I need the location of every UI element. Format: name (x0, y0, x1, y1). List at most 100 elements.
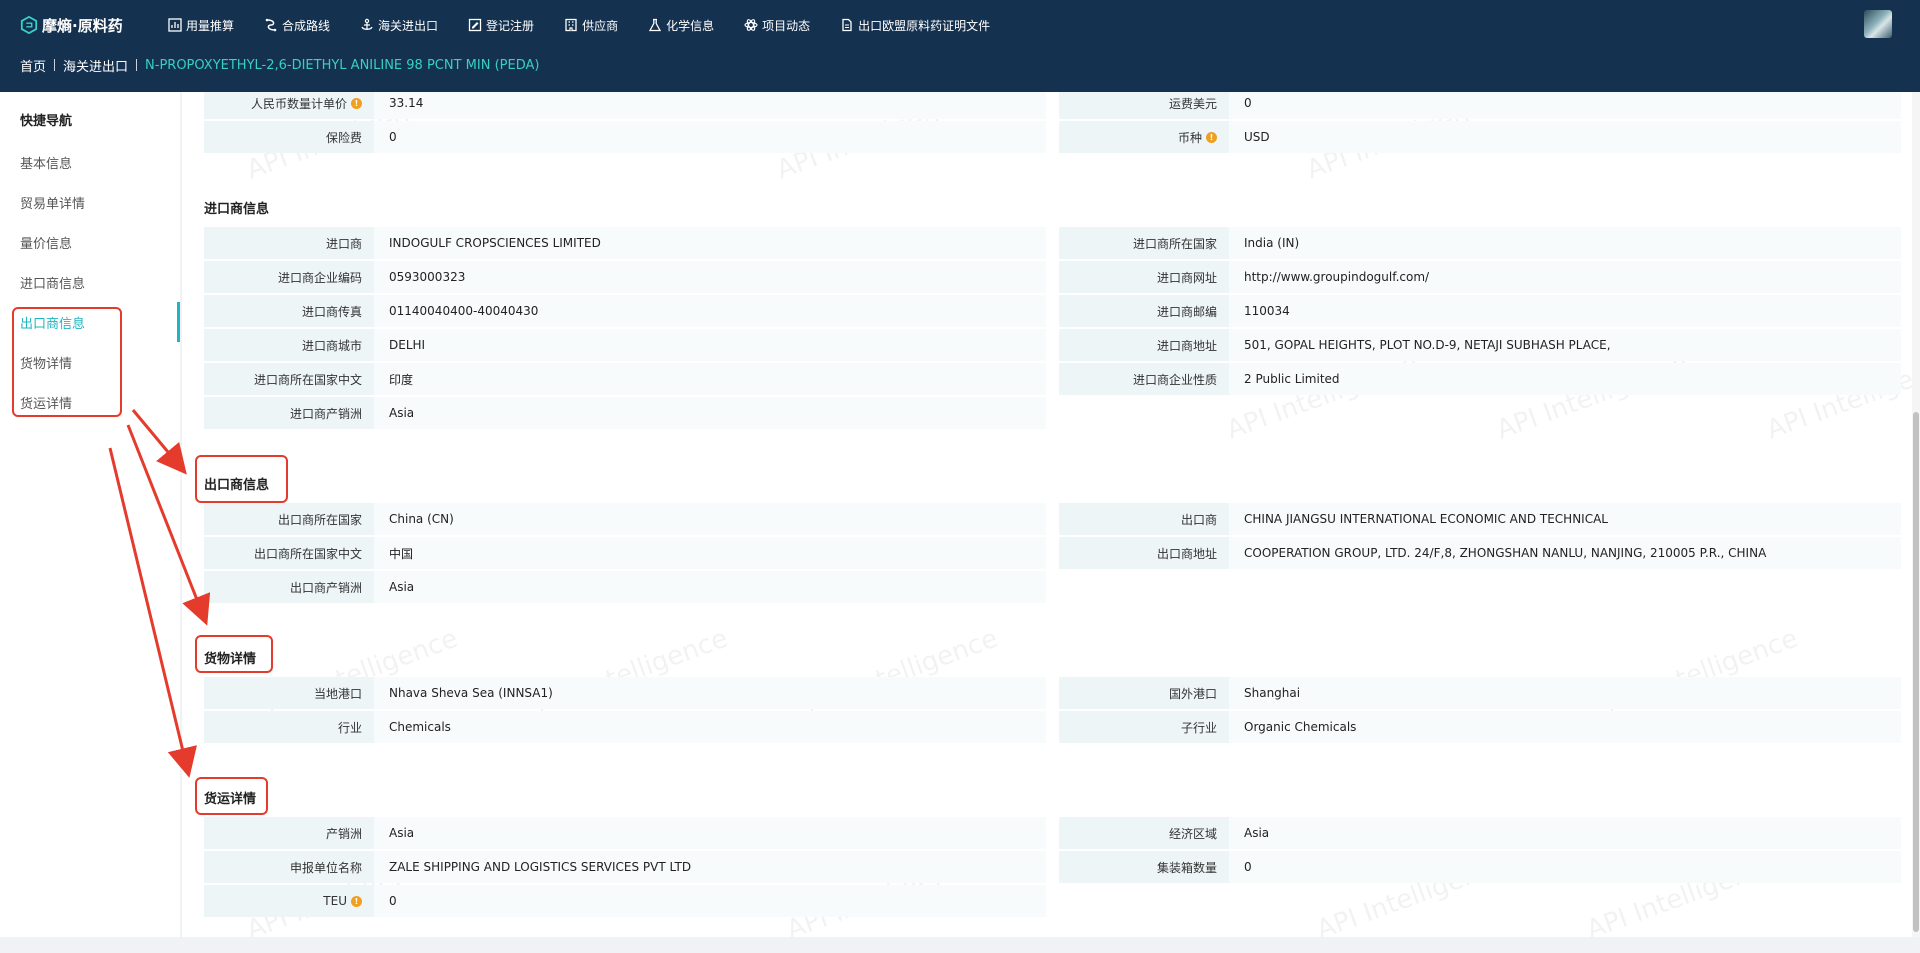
sidebar-item-price-info[interactable]: 量价信息 (0, 222, 180, 262)
field-label: 进口商城市 (204, 329, 374, 361)
field-exporter-address: 出口商地址 COOPERATION GROUP, LTD. 24/F,8, ZHO… (1059, 537, 1901, 569)
field-importer-type: 进口商企业性质 2 Public Limited (1059, 363, 1901, 395)
field-value: 2 Public Limited (1229, 363, 1901, 395)
field-value: DELHI (374, 329, 1046, 361)
field-exporter-continent: 出口商产销洲 Asia (204, 571, 1046, 603)
nav-chemical-info[interactable]: 化学信息 (648, 17, 714, 34)
annotation-box-exporter (195, 455, 288, 503)
field-label: 行业 (204, 711, 374, 743)
breadcrumb-separator (136, 59, 138, 71)
nav-synthesis-route[interactable]: 合成路线 (264, 17, 330, 34)
breadcrumb-home[interactable]: 首页 (20, 56, 46, 75)
field-value: INDOGULF CROPSCIENCES LIMITED (374, 227, 1046, 259)
nav-usage-estimate[interactable]: 用量推算 (168, 17, 234, 34)
field-value: Shanghai (1229, 677, 1901, 709)
section-title-importer: 进口商信息 (204, 202, 270, 217)
field-label: 出口商 (1059, 503, 1229, 535)
main-nav: 用量推算 合成路线 海关进出口 登记注册 供应商 化学信息 项目动态 出口欧盟原… (168, 14, 1020, 36)
field-value: 33.14 (374, 92, 1046, 119)
top-header: 摩熵·原料药 用量推算 合成路线 海关进出口 登记注册 供应商 化学信息 项目动… (0, 0, 1920, 92)
field-importer-country-cn: 进口商所在国家中文 印度 (204, 363, 1046, 395)
field-value: Asia (374, 817, 1046, 849)
field-value: Asia (374, 397, 1046, 429)
chart-icon (168, 18, 182, 32)
field-importer-postcode: 进口商邮编 110034 (1059, 295, 1901, 327)
sidebar-item-trade-details[interactable]: 贸易单详情 (0, 182, 180, 222)
breadcrumb-section[interactable]: 海关进出口 (63, 56, 128, 75)
field-value: Nhava Sheva Sea (INNSA1) (374, 677, 1046, 709)
brand-logo[interactable]: 摩熵·原料药 (20, 14, 123, 36)
field-label: 进口商邮编 (1059, 295, 1229, 327)
field-label: 进口商企业性质 (1059, 363, 1229, 395)
field-container-count: 集装箱数量 0 (1059, 851, 1901, 883)
field-value: ZALE SHIPPING AND LOGISTICS SERVICES PVT… (374, 851, 1046, 883)
field-label: 进口商网址 (1059, 261, 1229, 293)
annotation-box-shipping (195, 777, 268, 815)
hexagon-logo-icon (20, 16, 38, 34)
field-value: India (IN) (1229, 227, 1901, 259)
field-foreign-port: 国外港口 Shanghai (1059, 677, 1901, 709)
nav-supplier[interactable]: 供应商 (564, 17, 618, 34)
field-teu: TEU! 0 (204, 885, 1046, 917)
nav-registration[interactable]: 登记注册 (468, 17, 534, 34)
field-label: 出口商所在国家 (204, 503, 374, 535)
info-icon[interactable]: ! (1206, 131, 1217, 143)
breadcrumb-current: N-PROPOXYETHYL-2,6-DIETHYL ANILINE 98 PC… (145, 57, 540, 73)
field-value: Asia (1229, 817, 1901, 849)
brand-name: 摩熵·原料药 (42, 16, 123, 35)
field-label: 保险费 (204, 121, 374, 153)
field-value: COOPERATION GROUP, LTD. 24/F,8, ZHONGSHA… (1229, 537, 1901, 569)
field-value: 0 (374, 121, 1046, 153)
field-importer: 进口商 INDOGULF CROPSCIENCES LIMITED (204, 227, 1046, 259)
field-economic-region: 经济区域 Asia (1059, 817, 1901, 849)
field-value[interactable]: http://www.groupindogulf.com/ (1229, 261, 1901, 293)
field-label: 币种 (1177, 130, 1202, 145)
scrollbar-thumb[interactable] (1913, 412, 1919, 932)
field-sub-industry: 子行业 Organic Chemicals (1059, 711, 1901, 743)
field-value: 0 (1229, 851, 1901, 883)
field-value: CHINA JIANGSU INTERNATIONAL ECONOMIC AND… (1229, 503, 1901, 535)
field-declarant: 申报单位名称 ZALE SHIPPING AND LOGISTICS SERVIC… (204, 851, 1046, 883)
nav-eu-export-docs[interactable]: 出口欧盟原料药证明文件 (840, 17, 990, 34)
field-local-port: 当地港口 Nhava Sheva Sea (INNSA1) (204, 677, 1046, 709)
field-currency: 币种! USD (1059, 121, 1901, 153)
field-exporter-country: 出口商所在国家 China (CN) (204, 503, 1046, 535)
field-freight-usd: 运费美元 0 (1059, 92, 1901, 119)
info-icon[interactable]: ! (351, 895, 362, 907)
annotation-box-sidebar (12, 307, 122, 417)
field-importer-address: 进口商地址 501, GOPAL HEIGHTS, PLOT NO.D-9, NE… (1059, 329, 1901, 361)
flask-icon (648, 18, 662, 32)
field-value: 110034 (1229, 295, 1901, 327)
user-avatar[interactable] (1864, 10, 1892, 38)
sidebar-item-importer[interactable]: 进口商信息 (0, 262, 180, 302)
field-label: 当地港口 (204, 677, 374, 709)
field-ship-continent: 产销洲 Asia (204, 817, 1046, 849)
field-label: 进口商地址 (1059, 329, 1229, 361)
field-value: Chemicals (374, 711, 1046, 743)
field-importer-city: 进口商城市 DELHI (204, 329, 1046, 361)
field-value: Organic Chemicals (1229, 711, 1901, 743)
field-value: 01140040400-40040430 (374, 295, 1046, 327)
field-exporter-country-cn: 出口商所在国家中文 中国 (204, 537, 1046, 569)
field-importer-code: 进口商企业编码 0593000323 (204, 261, 1046, 293)
document-icon (842, 18, 852, 32)
nav-project-news[interactable]: 项目动态 (744, 17, 810, 34)
field-importer-country: 进口商所在国家 India (IN) (1059, 227, 1901, 259)
atom-icon (744, 19, 758, 31)
field-value: 0593000323 (374, 261, 1046, 293)
sidebar-title: 快捷导航 (20, 114, 73, 129)
field-label: 申报单位名称 (204, 851, 374, 883)
field-label: 国外港口 (1059, 677, 1229, 709)
nav-customs[interactable]: 海关进出口 (360, 17, 438, 34)
field-label: 出口商产销洲 (204, 571, 374, 603)
field-exporter: 出口商 CHINA JIANGSU INTERNATIONAL ECONOMIC … (1059, 503, 1901, 535)
field-label: 经济区域 (1059, 817, 1229, 849)
field-label: 运费美元 (1059, 92, 1229, 119)
field-value: 0 (374, 885, 1046, 917)
route-icon (265, 18, 277, 32)
vertical-scrollbar[interactable] (1912, 92, 1920, 937)
info-icon[interactable]: ! (351, 97, 362, 109)
field-label: 出口商所在国家中文 (204, 537, 374, 569)
sidebar-item-basic-info[interactable]: 基本信息 (0, 142, 180, 182)
field-label: 人民币数量计单价 (250, 96, 347, 111)
